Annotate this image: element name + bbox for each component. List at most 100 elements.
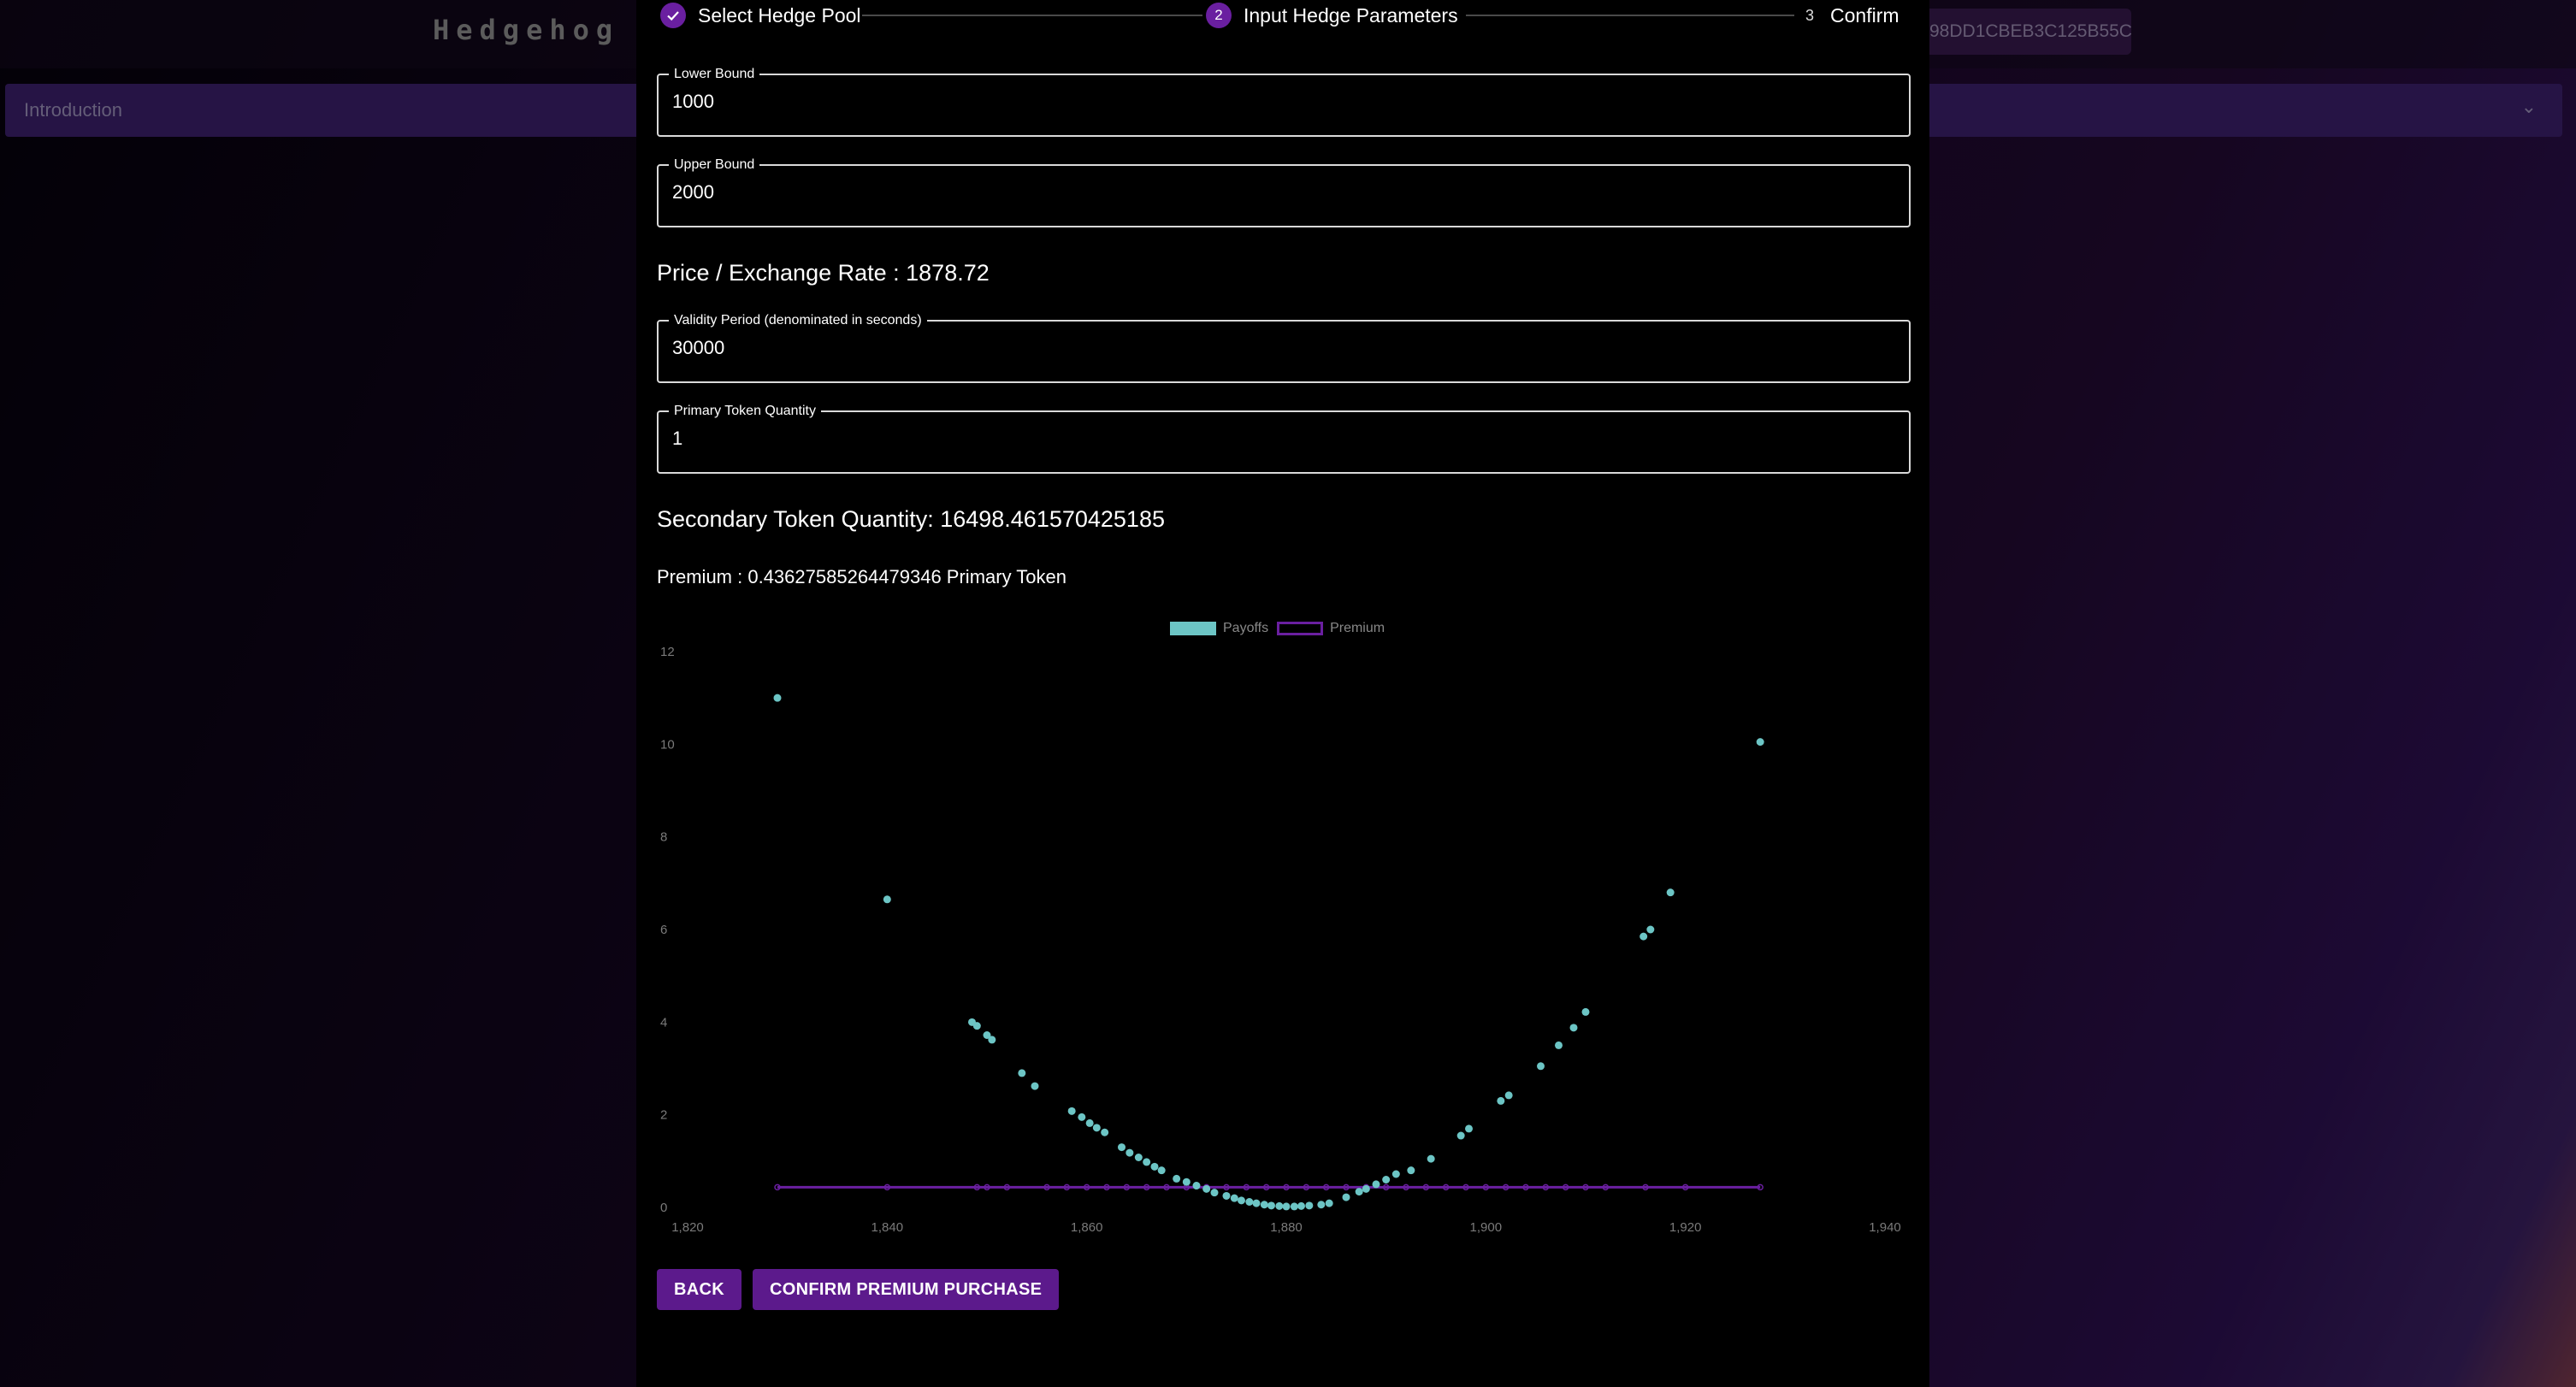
payoff-point (1202, 1184, 1211, 1193)
y-tick-label: 0 (660, 1201, 667, 1215)
payoff-point (1640, 932, 1648, 941)
payoff-point (1031, 1082, 1039, 1090)
validity-period-input[interactable] (672, 337, 1887, 359)
step-input-hedge-parameters: 2 Input Hedge Parameters (1206, 0, 1458, 31)
step-label: Confirm (1830, 3, 1900, 27)
hedge-modal: Select Hedge Pool 2 Input Hedge Paramete… (636, 0, 1929, 1387)
payoff-point (1646, 925, 1655, 934)
x-tick-label: 1,920 (1669, 1220, 1702, 1235)
payoff-point (1192, 1182, 1201, 1190)
payoff-point (773, 694, 782, 702)
y-tick-label: 12 (660, 645, 675, 659)
payoff-point (1157, 1166, 1166, 1175)
confirm-premium-purchase-button[interactable]: Confirm Premium Purchase (753, 1269, 1060, 1310)
step-select-hedge-pool: Select Hedge Pool (660, 0, 861, 31)
field-label: Primary Token Quantity (669, 403, 821, 420)
check-icon (660, 3, 686, 28)
payoff-point (1092, 1124, 1101, 1132)
payoff-point (1537, 1062, 1545, 1071)
payoff-point (1297, 1201, 1305, 1210)
step-label: Input Hedge Parameters (1244, 3, 1458, 27)
x-tick-label: 1,820 (671, 1220, 704, 1235)
payoff-point (1391, 1170, 1400, 1178)
payoff-point (1362, 1184, 1370, 1193)
payoff-point (1150, 1162, 1159, 1171)
payoff-point (1101, 1128, 1109, 1136)
upper-bound-field: Upper Bound (657, 156, 1911, 227)
payoff-point (1173, 1174, 1181, 1183)
secondary-token-quantity: Secondary Token Quantity: 16498.46157042… (657, 506, 1165, 532)
payoff-point (1355, 1188, 1363, 1196)
payoff-point (1143, 1158, 1151, 1166)
x-tick-label: 1,880 (1270, 1220, 1303, 1235)
stepper: Select Hedge Pool 2 Input Hedge Paramete… (657, 0, 1904, 31)
payoff-point (1085, 1118, 1094, 1127)
payoff-point (1666, 888, 1675, 897)
premium-text: Premium : 0.43627585264479346 Primary To… (657, 566, 1067, 587)
x-tick-label: 1,940 (1869, 1220, 1901, 1235)
chart-canvas: 0 2 4 6 8 10 12 1,820 1,840 1,860 1,880 1,900 1,920 1… (660, 645, 1901, 1235)
payoff-point (1504, 1091, 1513, 1100)
lower-bound-input[interactable] (672, 91, 1887, 113)
payoff-point (1018, 1069, 1026, 1077)
payoff-point (1118, 1143, 1126, 1152)
payoff-point (1078, 1113, 1086, 1121)
payoff-point (972, 1022, 981, 1030)
field-label: Upper Bound (669, 156, 760, 174)
step-number: 3 (1805, 6, 1814, 24)
step-connector (1466, 15, 1794, 16)
step-connector (862, 15, 1202, 16)
primary-token-quantity-input[interactable] (672, 428, 1887, 450)
payoff-point (1382, 1176, 1391, 1183)
validity-period-field: Validity Period (denominated in seconds) (657, 312, 1911, 383)
payoff-point (1290, 1202, 1298, 1211)
y-tick-label: 8 (660, 830, 667, 845)
payoff-point (1282, 1202, 1291, 1211)
payoff-point (1407, 1166, 1415, 1175)
field-label: Validity Period (denominated in seconds) (669, 312, 927, 329)
payoff-point (1182, 1177, 1191, 1186)
payoff-point (1497, 1096, 1505, 1105)
payoff-point (1305, 1201, 1314, 1210)
step-number: 2 (1206, 3, 1232, 28)
payoff-point (1238, 1196, 1245, 1205)
step-confirm: 3 Confirm (1801, 0, 1900, 31)
field-label: Lower Bound (669, 66, 760, 83)
payoff-point (1465, 1124, 1473, 1133)
payoff-point (1342, 1193, 1350, 1201)
payoff-point (1569, 1024, 1578, 1032)
price-exchange-rate: Price / Exchange Rate : 1878.72 (657, 260, 990, 286)
payoff-point (1581, 1007, 1590, 1016)
payoff-point (988, 1036, 996, 1044)
payoff-point (1222, 1191, 1231, 1200)
payoff-point (1427, 1154, 1435, 1163)
step-label: Select Hedge Pool (698, 3, 861, 27)
x-tick-label: 1,860 (1071, 1220, 1103, 1235)
payoff-point (883, 895, 891, 904)
payoff-point (1067, 1107, 1076, 1115)
payoff-chart: Payoffs Premium 0 2 4 6 8 10 12 1,820 1,840 1,860… (657, 614, 1911, 1238)
x-tick-label: 1,900 (1470, 1220, 1503, 1235)
payoff-point (1275, 1201, 1284, 1210)
y-tick-label: 4 (660, 1015, 667, 1030)
back-button[interactable]: Back (657, 1269, 741, 1310)
payoff-point (1317, 1201, 1326, 1209)
payoff-point (1230, 1194, 1238, 1202)
upper-bound-input[interactable] (672, 181, 1887, 204)
payoff-point (1267, 1201, 1275, 1210)
payoff-point (1325, 1199, 1333, 1207)
y-tick-label: 6 (660, 923, 667, 937)
payoff-point (1210, 1189, 1219, 1197)
payoff-point (1134, 1154, 1143, 1161)
payoff-point (1456, 1131, 1465, 1140)
payoff-point (1372, 1180, 1380, 1189)
lower-bound-field: Lower Bound (657, 66, 1911, 137)
y-tick-label: 10 (660, 737, 675, 752)
payoff-point (1252, 1199, 1261, 1207)
primary-token-quantity-field: Primary Token Quantity (657, 403, 1911, 474)
payoff-point (1756, 738, 1764, 747)
payoff-point (1245, 1198, 1254, 1206)
y-tick-label: 2 (660, 1108, 667, 1123)
payoff-point (1126, 1148, 1134, 1157)
payoff-point (1260, 1201, 1268, 1209)
